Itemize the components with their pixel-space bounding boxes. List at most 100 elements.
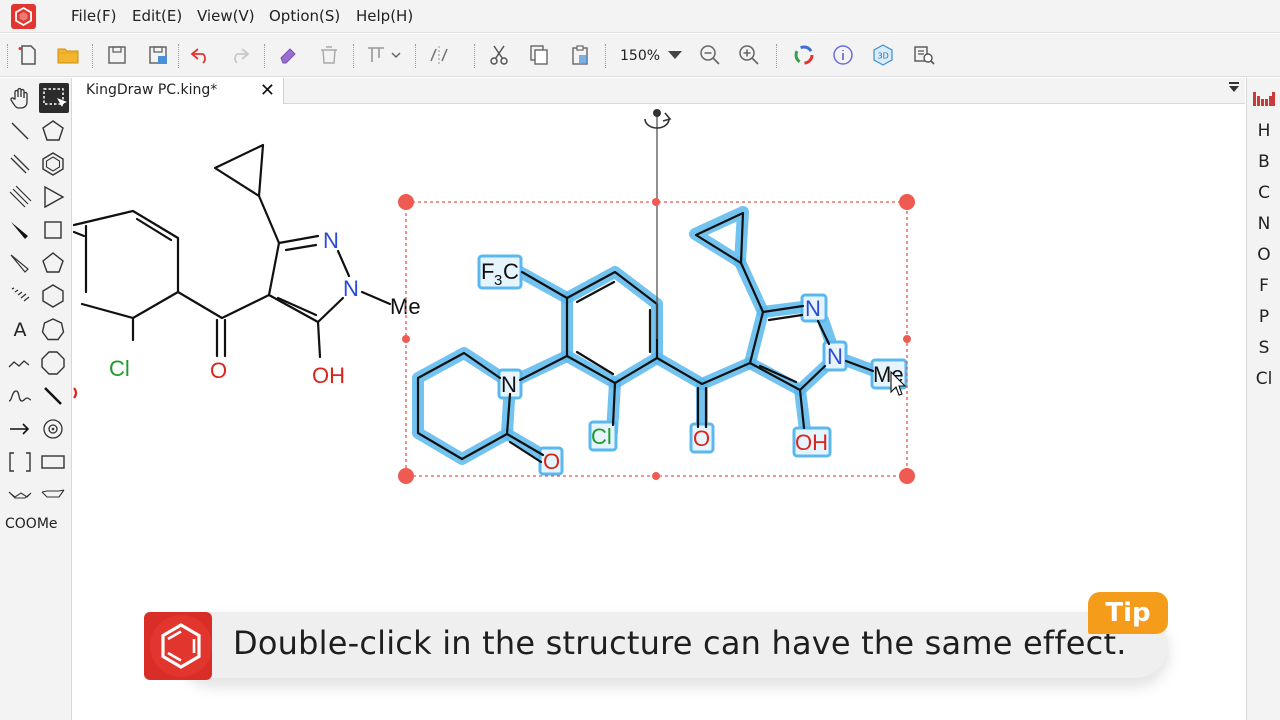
bracket-tool[interactable] bbox=[6, 448, 34, 476]
wedge-bond-tool[interactable] bbox=[6, 216, 34, 244]
element-chlorine-button[interactable]: Cl bbox=[1247, 369, 1280, 389]
octagon-ring-tool[interactable] bbox=[39, 349, 67, 377]
atom-label-oxygen: O bbox=[543, 449, 560, 474]
copy-icon bbox=[530, 45, 548, 65]
triple-bond-tool[interactable] bbox=[6, 183, 34, 211]
main-toolbar: 150% 3D bbox=[0, 34, 1280, 77]
zoom-in-button[interactable] bbox=[736, 42, 762, 68]
bold-bond-tool[interactable] bbox=[39, 382, 67, 410]
single-bond-tool[interactable] bbox=[6, 117, 34, 145]
double-bond-tool[interactable] bbox=[6, 150, 34, 178]
triangle-ring-tool[interactable] bbox=[39, 183, 67, 211]
tip-message: Double-click in the structure can have t… bbox=[233, 624, 1127, 662]
cyclopentane-tool[interactable] bbox=[39, 117, 67, 145]
element-nitrogen-button[interactable]: N bbox=[1247, 214, 1280, 234]
resize-handle[interactable] bbox=[652, 472, 660, 480]
info-icon bbox=[833, 45, 853, 65]
boat-conformer-tool[interactable] bbox=[39, 481, 67, 509]
hand-tool[interactable] bbox=[6, 84, 34, 112]
template-groups-tool[interactable]: COOMe bbox=[5, 516, 58, 532]
select-tool[interactable] bbox=[39, 83, 69, 113]
redo-button[interactable] bbox=[226, 42, 252, 68]
resize-handle[interactable] bbox=[899, 194, 915, 210]
view-3d-button[interactable]: 3D bbox=[870, 42, 896, 68]
tab-list-bar-icon bbox=[1229, 82, 1239, 84]
zoom-select[interactable]: 150% bbox=[614, 42, 686, 69]
book-search-icon bbox=[914, 46, 935, 65]
arrow-right-icon bbox=[10, 423, 30, 435]
save-button[interactable] bbox=[104, 42, 130, 68]
chair-conformer-tool[interactable] bbox=[6, 481, 34, 509]
undo-icon bbox=[190, 48, 206, 64]
chair-icon bbox=[8, 491, 32, 499]
cut-button[interactable] bbox=[486, 42, 512, 68]
kingdraw-logo-icon[interactable] bbox=[11, 4, 36, 29]
tip-badge: Tip bbox=[1088, 592, 1168, 634]
paste-button[interactable] bbox=[567, 42, 593, 68]
molecule-selected[interactable]: F 3 C N O Cl O N N Me OH bbox=[412, 206, 908, 476]
atom-label-oxygen: O bbox=[693, 426, 710, 451]
molecule-left[interactable]: N N Me Cl O OH bbox=[73, 143, 421, 399]
bond bbox=[276, 296, 318, 317]
element-carbon-button[interactable]: C bbox=[1247, 183, 1280, 203]
resize-handle[interactable] bbox=[899, 468, 915, 484]
atom-label-methyl: Me bbox=[390, 294, 421, 319]
resize-handle[interactable] bbox=[903, 335, 911, 343]
curve-icon bbox=[8, 390, 32, 402]
chain-tool[interactable] bbox=[6, 349, 34, 377]
benzene-tool[interactable] bbox=[39, 150, 67, 178]
open-file-button[interactable] bbox=[55, 42, 81, 68]
partial-atom-label bbox=[73, 387, 78, 399]
delete-button[interactable] bbox=[316, 42, 342, 68]
bond bbox=[284, 243, 318, 252]
selection-box[interactable] bbox=[398, 109, 915, 484]
arrow-tool[interactable] bbox=[6, 415, 34, 443]
curve-tool[interactable] bbox=[6, 382, 34, 410]
bond bbox=[316, 320, 322, 359]
heptagon-ring-tool[interactable] bbox=[39, 316, 67, 344]
pentagon-ring-tool[interactable] bbox=[39, 249, 67, 277]
align-dropdown-button[interactable] bbox=[364, 42, 404, 68]
resize-handle[interactable] bbox=[398, 194, 414, 210]
element-boron-button[interactable]: B bbox=[1247, 152, 1280, 172]
tab-list-dropdown-icon[interactable] bbox=[1229, 86, 1239, 92]
menu-option[interactable]: Option(S) bbox=[269, 7, 340, 25]
element-hydrogen-button[interactable]: H bbox=[1247, 121, 1280, 141]
element-fluorine-button[interactable]: F bbox=[1247, 276, 1280, 296]
element-phosphorus-button[interactable]: P bbox=[1247, 307, 1280, 327]
document-tab[interactable]: KingDraw PC.king* ✕ bbox=[73, 78, 284, 104]
rectangle-tool[interactable] bbox=[39, 448, 67, 476]
new-file-icon bbox=[18, 45, 36, 65]
menu-view[interactable]: View(V) bbox=[197, 7, 255, 25]
element-sulfur-button[interactable]: S bbox=[1247, 338, 1280, 358]
copy-button[interactable] bbox=[526, 42, 552, 68]
mirror-button[interactable] bbox=[426, 42, 452, 68]
resize-handle[interactable] bbox=[402, 335, 410, 343]
text-tool[interactable]: A bbox=[6, 316, 34, 344]
menu-help[interactable]: Help(H) bbox=[356, 7, 413, 25]
new-file-button[interactable] bbox=[15, 42, 41, 68]
hollow-wedge-tool[interactable] bbox=[6, 249, 34, 277]
resize-handle[interactable] bbox=[652, 198, 660, 206]
orbital-tool[interactable] bbox=[39, 415, 67, 443]
eraser-button[interactable] bbox=[275, 42, 301, 68]
single-bond-icon bbox=[11, 122, 29, 140]
resize-handle[interactable] bbox=[398, 468, 414, 484]
search-structure-button[interactable] bbox=[911, 42, 937, 68]
undo-button[interactable] bbox=[188, 42, 214, 68]
periodic-table-icon[interactable] bbox=[1253, 90, 1275, 106]
color-button[interactable] bbox=[791, 42, 817, 68]
menu-file[interactable]: File(F) bbox=[71, 7, 116, 25]
info-button[interactable] bbox=[830, 42, 856, 68]
close-icon[interactable]: ✕ bbox=[260, 80, 275, 101]
zoom-out-button[interactable] bbox=[697, 42, 723, 68]
element-oxygen-button[interactable]: O bbox=[1247, 245, 1280, 265]
hashed-bond-tool[interactable] bbox=[6, 282, 34, 310]
save-as-button[interactable] bbox=[145, 42, 171, 68]
cube-3d-icon: 3D bbox=[873, 44, 893, 66]
hexagon-ring-tool[interactable] bbox=[39, 282, 67, 310]
menu-edit[interactable]: Edit(E) bbox=[132, 7, 182, 25]
atom-label-chlorine: Cl bbox=[591, 424, 612, 449]
square-ring-tool[interactable] bbox=[39, 216, 67, 244]
octagon-icon bbox=[41, 351, 65, 375]
